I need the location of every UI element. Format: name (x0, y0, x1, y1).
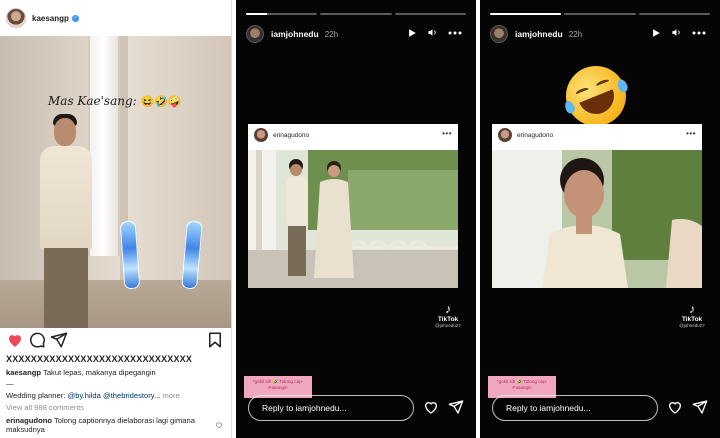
more-link[interactable]: more (162, 391, 179, 400)
planner-link[interactable]: @by.hilda (68, 391, 101, 400)
verified-icon: ✓ (71, 14, 79, 22)
avatar (498, 128, 512, 142)
overlay-emojis: 😆🤣🤪 (140, 95, 182, 108)
story-progress (490, 13, 710, 15)
sticker (119, 220, 141, 290)
avatar[interactable] (246, 25, 264, 43)
planner-line: Wedding planner: @by.hilda @thebridestor… (6, 391, 180, 400)
card-header: erinagudono ••• (248, 124, 458, 146)
send-icon[interactable] (692, 399, 708, 415)
story-header: iamjohnedu 22h (246, 24, 468, 44)
story-view-1: iamjohnedu 22h erinagudono ••• ♪ TikTok … (236, 0, 476, 438)
tiktok-watermark: ♪ TikTok @johnedu27 (672, 302, 712, 328)
volume-icon[interactable] (427, 27, 438, 38)
instagram-post: kaesangp ✓ Mas Kae'sang: 😆🤣🤪 XXXXXXXXXXX… (0, 0, 232, 438)
heart-icon[interactable] (423, 399, 439, 415)
reply-input[interactable]: Reply to iamjohnedu... (248, 395, 414, 421)
avatar[interactable] (6, 8, 26, 28)
reply-input[interactable]: Reply to iamjohnedu... (492, 395, 658, 421)
window (88, 36, 120, 256)
comment-like-icon[interactable] (215, 421, 223, 429)
caption-text: Takut lepas, makanya dipegangin (43, 368, 156, 377)
comment-icon[interactable] (28, 331, 46, 349)
play-icon[interactable] (651, 28, 661, 38)
caption-dash: — (6, 379, 14, 388)
caption-headline: XXXXXXXXXXXXXXXXXXXXXXXXXXXXXX (6, 354, 193, 364)
story-view-2: iamjohnedu 22h erinagudono ••• ♪ TikTok … (480, 0, 720, 438)
comment-username[interactable]: erinagudono (6, 416, 52, 425)
card-photo (492, 150, 702, 288)
play-icon[interactable] (407, 28, 417, 38)
more-icon[interactable] (448, 31, 462, 35)
shared-post-card[interactable]: erinagudono ••• (492, 124, 702, 288)
share-icon[interactable] (50, 331, 68, 349)
bookmark-icon[interactable] (206, 331, 224, 349)
more-icon[interactable] (692, 31, 706, 35)
story-username[interactable]: iamjohnedu (515, 29, 563, 39)
heart-icon[interactable] (667, 399, 683, 415)
card-username: erinagudono (517, 131, 554, 139)
volume-icon[interactable] (671, 27, 682, 38)
caption-username[interactable]: kaesangp (6, 368, 41, 377)
story-time: 22h (568, 29, 583, 39)
send-icon[interactable] (448, 399, 464, 415)
avatar (254, 128, 268, 142)
tiktok-watermark: ♪ TikTok @johnedu27 (428, 302, 468, 328)
card-username: erinagudono (273, 131, 310, 139)
avatar[interactable] (490, 25, 508, 43)
story-progress (246, 13, 466, 15)
tiktok-icon: ♪ (689, 302, 695, 316)
tiktok-icon: ♪ (445, 302, 451, 316)
view-comments-link[interactable]: View all 988 comments (6, 403, 230, 412)
card-header: erinagudono ••• (492, 124, 702, 146)
planner-link[interactable]: @thebridestory... (103, 391, 160, 400)
shared-post-card[interactable]: erinagudono ••• (248, 124, 458, 288)
comment: erinagudono Tolong captionnya dielaboras… (6, 416, 216, 435)
photo-overlay-text: Mas Kae'sang: 😆🤣🤪 (48, 94, 182, 108)
story-time: 22h (324, 29, 339, 39)
card-photo (248, 150, 458, 288)
post-photo[interactable]: Mas Kae'sang: 😆🤣🤪 (0, 36, 231, 328)
progress-fill (246, 13, 268, 15)
caption: kaesangp Takut lepas, makanya dipegangin (6, 368, 230, 377)
more-icon: ••• (686, 129, 696, 138)
story-username[interactable]: iamjohnedu (271, 29, 319, 39)
more-icon: ••• (442, 129, 452, 138)
post-header: kaesangp ✓ (0, 0, 231, 36)
heart-icon[interactable] (6, 331, 24, 349)
progress-fill (490, 13, 562, 15)
story-header: iamjohnedu 22h (490, 24, 712, 44)
post-username[interactable]: kaesangp (32, 14, 69, 23)
post-actions (0, 331, 231, 351)
